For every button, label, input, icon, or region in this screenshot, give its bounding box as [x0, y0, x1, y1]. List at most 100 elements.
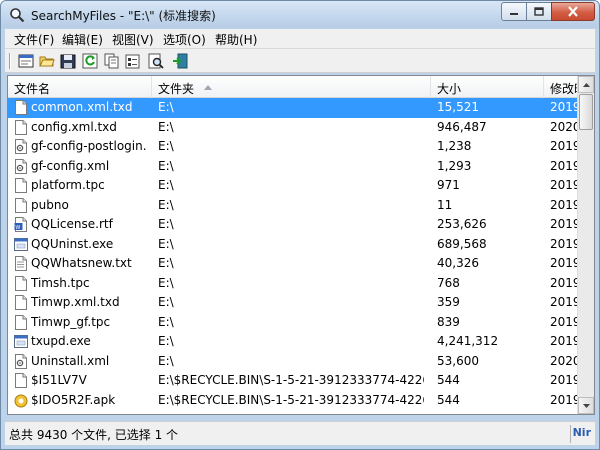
folder-cell: E:\: [158, 139, 174, 153]
menu-bar: 文件(F) 编辑(E) 视图(V) 选项(O) 帮助(H): [5, 29, 595, 49]
table-row[interactable]: $I51LV7V E:\$RECYCLE.BIN\S-1-5-21-3912333…: [8, 371, 594, 391]
window-title: SearchMyFiles - "E:\" (标准搜索): [31, 9, 216, 23]
exit-button[interactable]: [171, 52, 189, 70]
table-row[interactable]: pubno E:\ 11 2019: [8, 196, 594, 216]
file-name-cell: Timwp_gf.tpc: [31, 314, 111, 329]
folder-cell: E:\: [158, 100, 174, 114]
table-row[interactable]: Timwp.xml.txd E:\ 359 2019: [8, 293, 594, 313]
table-row[interactable]: gf-config.xml E:\ 1,293 2019: [8, 157, 594, 177]
menu-help[interactable]: 帮助(H): [215, 31, 257, 48]
column-header-folder-label: 文件夹: [158, 82, 195, 96]
folder-cell: E:\: [158, 353, 174, 368]
table-row[interactable]: W QQLicense.rtf E:\ 253,626 2019: [8, 215, 594, 235]
minimize-icon: [510, 12, 518, 15]
file-name-cell: gf-config-postlogin....: [31, 139, 147, 153]
size-cell: 544: [437, 392, 460, 407]
open-folder-button[interactable]: [38, 52, 56, 70]
title-bar[interactable]: SearchMyFiles - "E:\" (标准搜索): [1, 1, 599, 28]
size-cell: 53,600: [437, 353, 479, 368]
table-row[interactable]: $IDO5R2F.apk E:\$RECYCLE.BIN\S-1-5-21-391…: [8, 391, 594, 411]
table-row[interactable]: QQUninst.exe E:\ 689,568 2019: [8, 235, 594, 255]
blank-file-icon: [15, 275, 27, 291]
arrow-down-icon: [582, 403, 590, 408]
table-row[interactable]: config.xml.txd E:\ 946,487 2020: [8, 118, 594, 138]
file-name-cell: QQWhatsnew.txt: [31, 256, 132, 270]
copy-button[interactable]: [103, 52, 121, 70]
arrow-up-icon: [582, 82, 590, 87]
folder-cell: E:\: [158, 314, 174, 329]
save-button[interactable]: [59, 52, 77, 70]
scroll-up-button[interactable]: [578, 76, 594, 93]
size-cell: 689,568: [437, 236, 487, 251]
file-name-cell: Timsh.tpc: [31, 275, 90, 290]
blank-file-icon: [15, 314, 27, 330]
menu-edit[interactable]: 编辑(E): [62, 31, 103, 48]
list-header: 文件名 文件夹 大小 修改时: [8, 76, 594, 98]
minimize-button[interactable]: [501, 2, 527, 21]
find-button[interactable]: [147, 52, 165, 70]
scroll-down-button[interactable]: [578, 397, 594, 414]
open-folder-icon: [39, 56, 55, 67]
blank-file-icon: [15, 178, 27, 193]
size-cell: 971: [437, 178, 460, 192]
scrollbar-thumb[interactable]: [579, 94, 593, 130]
size-cell: 4,241,312: [437, 334, 499, 348]
maximize-icon: [534, 7, 544, 16]
size-cell: 253,626: [437, 217, 487, 231]
file-name-cell: gf-config.xml: [31, 158, 110, 173]
menu-options[interactable]: 选项(O): [163, 31, 206, 48]
folder-cell: E:\: [158, 217, 174, 231]
close-button[interactable]: [551, 2, 595, 21]
blank-file-icon: [15, 295, 27, 310]
file-name-cell: $I51LV7V: [31, 373, 87, 387]
file-name-cell: config.xml.txd: [31, 119, 117, 134]
vertical-scrollbar[interactable]: [577, 76, 594, 414]
table-row[interactable]: gf-config-postlogin.... E:\ 1,238 2019: [8, 137, 594, 157]
search-options-button[interactable]: [17, 52, 35, 70]
table-row[interactable]: platform.tpc E:\ 971 2019: [8, 176, 594, 196]
folder-cell: E:\: [158, 256, 174, 270]
table-row[interactable]: common.xml.txd E:\ 15,521 2019: [8, 98, 594, 118]
magnifier-app-icon: [10, 8, 25, 23]
column-header-name[interactable]: 文件名: [8, 76, 152, 98]
size-cell: 544: [437, 373, 460, 387]
svg-text:W: W: [15, 225, 20, 231]
table-row[interactable]: Timwp_gf.tpc E:\ 839 2019: [8, 313, 594, 333]
refresh-button[interactable]: [81, 52, 99, 70]
column-header-folder[interactable]: 文件夹: [152, 76, 431, 98]
sort-ascending-icon: [204, 85, 212, 90]
folder-cell: E:\: [158, 197, 174, 212]
save-icon: [60, 54, 76, 68]
table-row[interactable]: Uninstall.xml E:\ 53,600 2020: [8, 352, 594, 372]
refresh-icon: [82, 53, 98, 69]
toolbar: [5, 49, 595, 73]
properties-button[interactable]: [124, 52, 142, 70]
file-name-cell: QQLicense.rtf: [31, 217, 113, 231]
file-list[interactable]: 文件名 文件夹 大小 修改时 common.xml.txd E:\ 15,521 20…: [7, 75, 595, 415]
folder-cell: E:\: [158, 236, 174, 251]
file-name-cell: QQUninst.exe: [31, 236, 114, 251]
column-header-size-label: 大小: [437, 82, 462, 96]
nirsoft-link[interactable]: Nir: [573, 426, 591, 439]
menu-view[interactable]: 视图(V): [112, 31, 154, 48]
file-name-cell: pubno: [31, 197, 69, 212]
folder-cell: E:\$RECYCLE.BIN\S-1-5-21-3912333774-4226…: [158, 392, 424, 407]
folder-cell: E:\: [158, 295, 174, 309]
table-row[interactable]: QQWhatsnew.txt E:\ 40,326 2019: [8, 254, 594, 274]
folder-cell: E:\: [158, 158, 174, 173]
column-header-name-label: 文件名: [14, 82, 51, 96]
config-file-icon: [15, 139, 27, 154]
column-header-size[interactable]: 大小: [431, 76, 544, 98]
text-file-icon: [15, 256, 27, 271]
menu-file[interactable]: 文件(F): [14, 31, 54, 48]
rtf-file-icon: W: [14, 217, 27, 232]
maximize-button[interactable]: [526, 2, 552, 21]
status-text: 总共 9430 个文件, 已选择 1 个: [9, 428, 179, 442]
size-cell: 1,293: [437, 158, 472, 173]
status-bar: 总共 9430 个文件, 已选择 1 个 Nir: [5, 421, 595, 445]
table-row[interactable]: Timsh.tpc E:\ 768 2019: [8, 274, 594, 294]
blank-file-icon: [15, 100, 27, 115]
blank-file-icon: [15, 373, 27, 388]
status-divider: [570, 425, 571, 443]
table-row[interactable]: txupd.exe E:\ 4,241,312 2019: [8, 332, 594, 352]
